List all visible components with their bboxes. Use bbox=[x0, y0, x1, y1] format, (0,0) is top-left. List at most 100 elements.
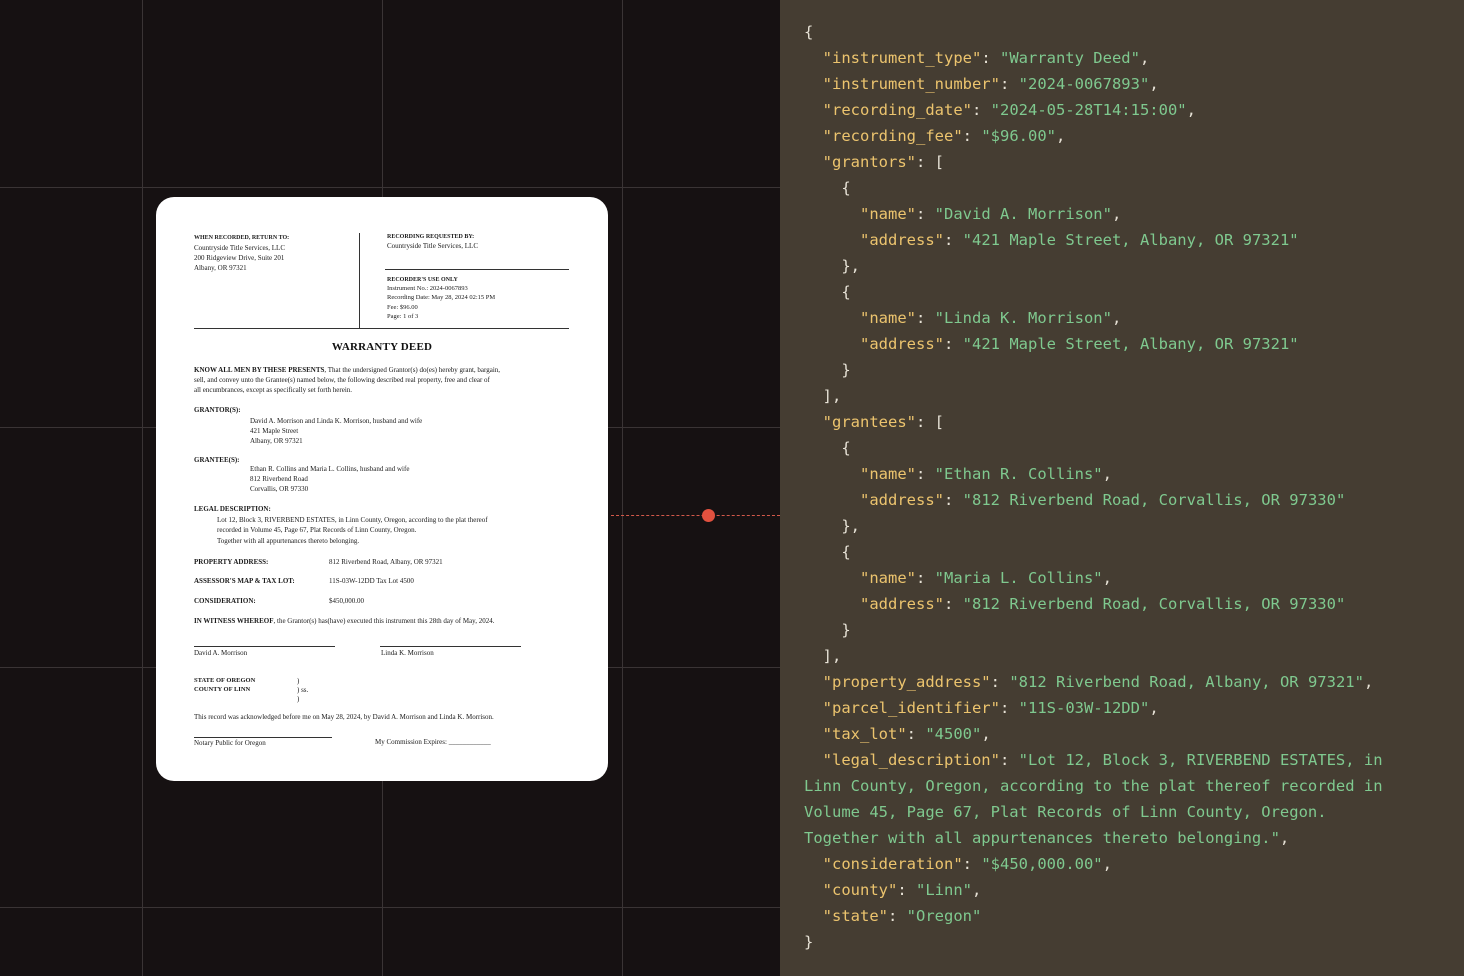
grantee-line: 812 Riverbend Road bbox=[250, 475, 308, 483]
json-punctuation bbox=[804, 725, 823, 743]
json-punctuation: , bbox=[1055, 127, 1066, 145]
consideration-label: CONSIDERATION: bbox=[194, 597, 256, 605]
code-line: } bbox=[804, 357, 850, 383]
witness-lead: IN WITNESS WHEREOF bbox=[194, 617, 274, 625]
code-line: "address": "421 Maple Street, Albany, OR… bbox=[804, 227, 1299, 253]
grantee-heading: GRANTEE(S): bbox=[194, 456, 240, 464]
legal-line: Together with all appurtenances thereto … bbox=[217, 537, 360, 545]
intro-line: KNOW ALL MEN BY THESE PRESENTS, That the… bbox=[194, 365, 500, 375]
json-punctuation: ], bbox=[804, 647, 842, 665]
left-canvas: WHEN RECORDED, RETURN TO: Countryside Ti… bbox=[0, 0, 780, 976]
json-punctuation: } bbox=[804, 621, 851, 639]
json-punctuation: { bbox=[804, 439, 851, 457]
grantor-heading: GRANTOR(S): bbox=[194, 406, 241, 414]
json-punctuation: , bbox=[972, 881, 982, 899]
notary-label: Notary Public for Oregon bbox=[194, 739, 266, 747]
json-output-panel[interactable]: { "instrument_type": "Warranty Deed", "i… bbox=[780, 0, 1464, 976]
property-value: 812 Riverbend Road, Albany, OR 97321 bbox=[329, 558, 443, 566]
code-line: "instrument_type": "Warranty Deed", bbox=[804, 45, 1150, 71]
json-key: "property_address" bbox=[822, 673, 991, 691]
code-line: "tax_lot": "4500", bbox=[804, 721, 991, 747]
json-punctuation: , bbox=[981, 725, 991, 743]
json-punctuation bbox=[804, 309, 860, 327]
json-value: "812 Riverbend Road, Corvallis, OR 97330… bbox=[962, 491, 1346, 509]
json-punctuation bbox=[804, 569, 860, 587]
json-punctuation: : bbox=[916, 205, 935, 223]
json-punctuation bbox=[804, 413, 823, 431]
grid-line bbox=[0, 187, 780, 188]
code-line: "address": "812 Riverbend Road, Corvalli… bbox=[804, 487, 1345, 513]
grid-line bbox=[142, 0, 143, 976]
document-preview[interactable]: WHEN RECORDED, RETURN TO: Countryside Ti… bbox=[156, 197, 608, 781]
code-line: { bbox=[804, 175, 850, 201]
code-line: "name": "David A. Morrison", bbox=[804, 201, 1121, 227]
json-punctuation: : bbox=[962, 127, 982, 145]
json-punctuation: }, bbox=[804, 257, 860, 275]
json-value: "Oregon" bbox=[906, 907, 982, 925]
connector-dot bbox=[702, 509, 715, 522]
json-punctuation bbox=[804, 101, 823, 119]
venue-bracket: ) bbox=[297, 695, 300, 703]
json-key: "name" bbox=[860, 205, 916, 223]
code-line: }, bbox=[804, 253, 860, 279]
code-line: "address": "421 Maple Street, Albany, OR… bbox=[804, 331, 1299, 357]
json-punctuation bbox=[804, 751, 823, 769]
code-line: { bbox=[804, 539, 851, 565]
json-punctuation: ], bbox=[804, 387, 842, 405]
json-punctuation bbox=[804, 595, 860, 613]
json-punctuation bbox=[804, 907, 823, 925]
code-line: "grantors": [ bbox=[804, 149, 944, 175]
code-line: ], bbox=[804, 643, 842, 669]
intro-lead: KNOW ALL MEN BY THESE PRESENTS bbox=[194, 366, 325, 374]
code-line: "parcel_identifier": "11S-03W-12DD", bbox=[804, 695, 1159, 721]
json-key: "instrument_type" bbox=[822, 49, 982, 67]
legal-line: recorded in Volume 45, Page 67, Plat Rec… bbox=[217, 526, 417, 534]
json-key: "address" bbox=[860, 335, 944, 353]
json-value: "Linda K. Morrison" bbox=[934, 309, 1112, 327]
return-to-line: Albany, OR 97321 bbox=[194, 264, 247, 272]
requested-by-name: Countryside Title Services, LLC bbox=[387, 242, 478, 250]
legal-heading: LEGAL DESCRIPTION: bbox=[194, 505, 271, 513]
code-line: Together with all appurtenances thereto … bbox=[804, 825, 1289, 851]
json-key: "grantees" bbox=[822, 413, 916, 431]
document-title: WARRANTY DEED bbox=[331, 341, 433, 353]
json-value: "Linn" bbox=[916, 881, 972, 899]
json-punctuation: , bbox=[1186, 101, 1196, 119]
intro-line: sell, and convey unto the Grantee(s) nam… bbox=[194, 376, 490, 384]
json-punctuation: : bbox=[990, 673, 1010, 691]
json-punctuation: : bbox=[888, 907, 907, 925]
json-key: "address" bbox=[860, 231, 944, 249]
code-line: "name": "Ethan R. Collins", bbox=[804, 461, 1112, 487]
json-value: "812 Riverbend Road, Corvallis, OR 97330… bbox=[962, 595, 1346, 613]
json-punctuation bbox=[804, 205, 860, 223]
json-punctuation bbox=[804, 49, 823, 67]
recorder-line: Recording Date: May 28, 2024 02:15 PM bbox=[387, 294, 496, 301]
json-key: "state" bbox=[822, 907, 888, 925]
json-key: "county" bbox=[822, 881, 898, 899]
json-key: "legal_description" bbox=[822, 751, 1000, 769]
json-punctuation: , bbox=[1363, 673, 1374, 691]
code-line: "state": "Oregon" bbox=[804, 903, 982, 929]
json-punctuation: { bbox=[804, 543, 851, 561]
property-label: PROPERTY ADDRESS: bbox=[194, 558, 269, 566]
json-key: "grantors" bbox=[822, 153, 916, 171]
witness-line: IN WITNESS WHEREOF, the Grantor(s) has(h… bbox=[194, 616, 494, 626]
json-key: "consideration" bbox=[822, 855, 963, 873]
code-line: Linn County, Oregon, according to the pl… bbox=[804, 773, 1383, 799]
json-value: Linn County, Oregon, according to the pl… bbox=[804, 777, 1383, 795]
json-value: "11S-03W-12DD" bbox=[1018, 699, 1150, 717]
code-line: "name": "Maria L. Collins", bbox=[804, 565, 1112, 591]
intro-text: , That the undersigned Grantor(s) do(es)… bbox=[324, 366, 501, 374]
json-key: "parcel_identifier" bbox=[822, 699, 1000, 717]
json-punctuation bbox=[804, 465, 860, 483]
json-punctuation: : bbox=[999, 751, 1019, 769]
json-key: "address" bbox=[860, 595, 944, 613]
json-key: "name" bbox=[860, 465, 916, 483]
grantee-line: Corvallis, OR 97330 bbox=[250, 485, 309, 493]
json-punctuation: : bbox=[999, 699, 1019, 717]
code-line: "county": "Linn", bbox=[804, 877, 982, 903]
code-line: } bbox=[804, 617, 851, 643]
code-line: "recording_date": "2024-05-28T14:15:00", bbox=[804, 97, 1196, 123]
commission-label: My Commission Expires: ____________ bbox=[375, 738, 491, 746]
json-value: "812 Riverbend Road, Albany, OR 97321" bbox=[1009, 673, 1364, 691]
